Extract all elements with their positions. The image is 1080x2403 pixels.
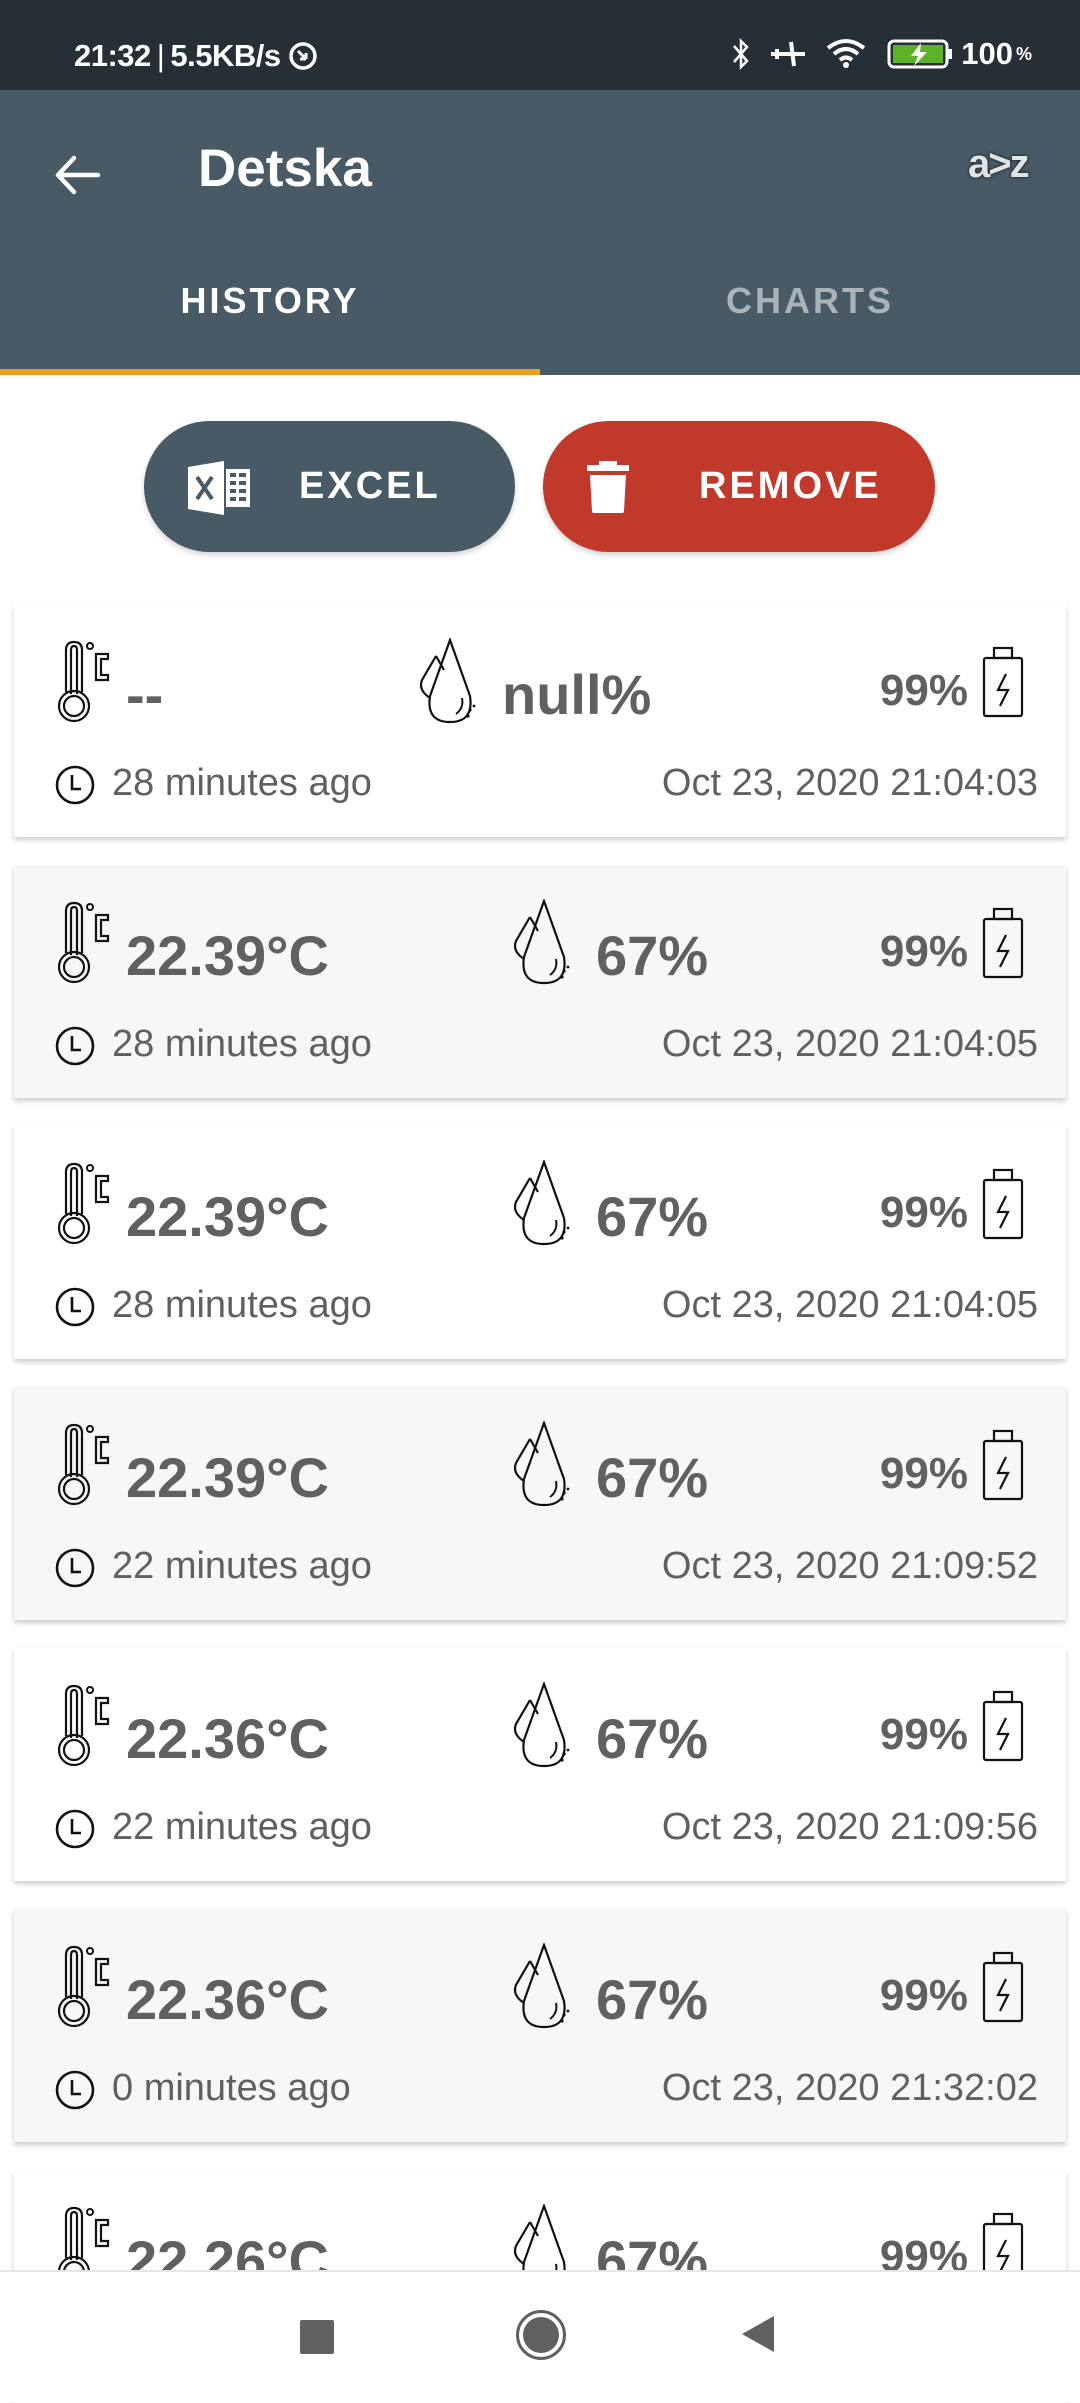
- humidity-drop-icon: [513, 1682, 570, 1768]
- clock-icon: [55, 765, 95, 805]
- data-saver-icon: [288, 42, 317, 70]
- humidity-value: 67%: [596, 1968, 709, 2031]
- thermometer-icon: [57, 640, 110, 723]
- relative-time: 22 minutes ago: [112, 1806, 372, 1848]
- temperature-value: --: [126, 663, 164, 726]
- clock-icon: [55, 1287, 95, 1327]
- history-record[interactable]: -- null% 99% 28 minutes ago Oct 23, 2020…: [14, 604, 1066, 837]
- system-nav-bar: [0, 2270, 1080, 2402]
- status-battery-unit: %: [1015, 43, 1032, 64]
- battery-icon: [982, 1168, 1024, 1240]
- battery-value: 99%: [879, 666, 968, 715]
- record-datetime: Oct 23, 2020 21:09:52: [661, 1545, 1038, 1587]
- remove-label: REMOVE: [699, 465, 882, 507]
- history-record[interactable]: 22.39°C 67% 99% 22 minutes ago Oct 23, 2…: [14, 1387, 1066, 1620]
- tab-indicator: [0, 369, 540, 375]
- battery-charging-icon: 100%: [887, 36, 1032, 72]
- thermometer-icon: [57, 901, 110, 984]
- battery-icon: [982, 1429, 1024, 1501]
- home-icon: [523, 2317, 559, 2353]
- arrow-back-icon[interactable]: [52, 150, 102, 200]
- airplane-icon: [771, 41, 806, 67]
- temperature-value: 22.39°C: [126, 924, 329, 987]
- relative-time: 0 minutes ago: [112, 2067, 351, 2109]
- status-time: 21:32: [74, 38, 151, 73]
- relative-time: 28 minutes ago: [112, 762, 372, 804]
- status-net-speed: 5.5KB/s: [170, 38, 281, 73]
- record-datetime: Oct 23, 2020 21:32:02: [661, 2067, 1038, 2109]
- temperature-value: 22.39°C: [126, 1185, 329, 1248]
- humidity-drop-icon: [513, 1160, 570, 1246]
- system-back-button[interactable]: [742, 2316, 774, 2352]
- temperature-value: 22.36°C: [126, 1707, 329, 1770]
- battery-value: 99%: [879, 1188, 968, 1237]
- excel-icon: [188, 461, 250, 515]
- status-battery-level: 100: [961, 36, 1013, 71]
- relative-time: 28 minutes ago: [112, 1023, 372, 1065]
- history-record[interactable]: 22.36°C 67% 99% 22 minutes ago Oct 23, 2…: [14, 1648, 1066, 1881]
- excel-button[interactable]: EXCEL: [144, 421, 515, 552]
- thermometer-icon: [57, 1423, 110, 1506]
- thermometer-icon: [57, 1162, 110, 1245]
- history-record[interactable]: 22.39°C 67% 99% 28 minutes ago Oct 23, 2…: [14, 1126, 1066, 1359]
- clock-icon: [55, 1548, 95, 1588]
- humidity-drop-icon: [513, 899, 570, 985]
- tab-charts[interactable]: CHARTS: [540, 280, 1080, 340]
- humidity-value: null%: [502, 663, 652, 726]
- battery-value: 99%: [879, 1710, 968, 1759]
- temperature-value: 22.36°C: [126, 1968, 329, 2031]
- trash-icon: [587, 461, 629, 513]
- clock-icon: [55, 1809, 95, 1849]
- clock-icon: [55, 1026, 95, 1066]
- remove-button[interactable]: REMOVE: [543, 421, 935, 552]
- humidity-value: 67%: [596, 924, 709, 987]
- history-record[interactable]: 22.39°C 67% 99% 28 minutes ago Oct 23, 2…: [14, 865, 1066, 1098]
- temperature-value: 22.39°C: [126, 1446, 329, 1509]
- sort-button[interactable]: a>z: [968, 142, 1030, 187]
- humidity-value: 67%: [596, 1185, 709, 1248]
- thermometer-icon: [57, 1684, 110, 1767]
- status-right: 100%: [731, 36, 1032, 72]
- relative-time: 28 minutes ago: [112, 1284, 372, 1326]
- bluetooth-icon: [733, 37, 749, 71]
- record-datetime: Oct 23, 2020 21:04:05: [661, 1284, 1038, 1326]
- excel-label: EXCEL: [299, 465, 441, 507]
- battery-icon: [982, 1690, 1024, 1762]
- battery-icon: [982, 907, 1024, 979]
- history-record[interactable]: 22.36°C 67% 99% 0 minutes ago Oct 23, 20…: [14, 1909, 1066, 2142]
- page-title: Detska: [198, 139, 372, 198]
- status-bar: 21:32 | 5.5KB/s 100%: [0, 0, 1080, 90]
- humidity-drop-icon: [513, 1421, 570, 1507]
- battery-icon: [982, 646, 1024, 718]
- battery-value: 99%: [879, 1449, 968, 1498]
- recent-apps-button[interactable]: [300, 2320, 334, 2354]
- home-button[interactable]: [516, 2310, 566, 2360]
- battery-value: 99%: [879, 1971, 968, 2020]
- clock-icon: [55, 2070, 95, 2110]
- battery-icon: [982, 1951, 1024, 2023]
- record-datetime: Oct 23, 2020 21:04:03: [661, 762, 1038, 804]
- wifi-icon: [827, 39, 866, 68]
- humidity-drop-icon: [513, 1943, 570, 2029]
- thermometer-icon: [57, 1945, 110, 2028]
- relative-time: 22 minutes ago: [112, 1545, 372, 1587]
- app-bar: Detska a>z HISTORY CHARTS: [0, 90, 1080, 375]
- record-datetime: Oct 23, 2020 21:04:05: [661, 1023, 1038, 1065]
- tab-history[interactable]: HISTORY: [0, 280, 540, 340]
- status-left: 21:32 | 5.5KB/s: [74, 38, 319, 74]
- battery-value: 99%: [879, 927, 968, 976]
- humidity-value: 67%: [596, 1446, 709, 1509]
- status-separator: |: [156, 38, 165, 73]
- record-datetime: Oct 23, 2020 21:09:56: [661, 1806, 1038, 1848]
- humidity-value: 67%: [596, 1707, 709, 1770]
- humidity-drop-icon: [419, 638, 476, 724]
